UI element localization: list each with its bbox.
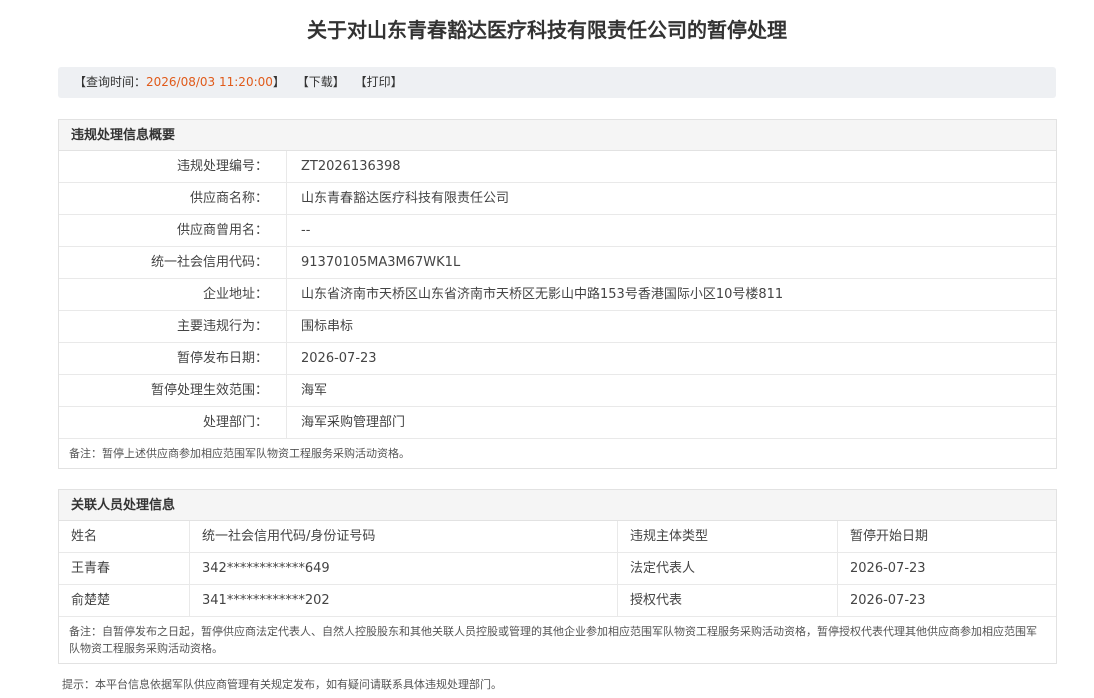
summary-row: 处理部门： 海军采购管理部门 <box>59 407 1056 439</box>
print-link[interactable]: 【打印】 <box>355 75 403 89</box>
summary-key: 企业地址： <box>59 279 287 310</box>
related-heading: 关联人员处理信息 <box>59 490 1056 521</box>
summary-row: 暂停发布日期： 2026-07-23 <box>59 343 1056 375</box>
query-time-prefix: 【查询时间： <box>74 75 147 89</box>
summary-key: 供应商名称： <box>59 183 287 214</box>
column-header: 违规主体类型 <box>618 521 838 552</box>
summary-row: 统一社会信用代码： 91370105MA3M67WK1L <box>59 247 1056 279</box>
summary-row: 暂停处理生效范围： 海军 <box>59 375 1056 407</box>
summary-value: 91370105MA3M67WK1L <box>301 255 461 270</box>
query-time-value: 2026/08/03 11:20:00 <box>146 75 273 89</box>
download-link[interactable]: 【下载】 <box>297 75 345 89</box>
table-cell: 俞楚楚 <box>59 585 190 616</box>
table-row: 俞楚楚 341************202 授权代表 2026-07-23 <box>59 585 1056 617</box>
summary-key: 处理部门： <box>59 407 287 438</box>
summary-key: 主要违规行为： <box>59 311 287 342</box>
summary-key: 违规处理编号： <box>59 151 287 182</box>
table-row: 王青春 342************649 法定代表人 2026-07-23 <box>59 553 1056 585</box>
related-note: 备注：自暂停发布之日起，暂停供应商法定代表人、自然人控股股东和其他关联人员控股或… <box>69 625 1037 655</box>
column-header: 统一社会信用代码/身份证号码 <box>190 521 618 552</box>
table-cell: 授权代表 <box>618 585 838 616</box>
table-cell: 法定代表人 <box>618 553 838 584</box>
summary-value: 海军采购管理部门 <box>301 415 406 430</box>
column-header: 暂停开始日期 <box>850 529 929 544</box>
related-section: 关联人员处理信息 姓名 统一社会信用代码/身份证号码 违规主体类型 暂停开始日期… <box>58 489 1057 664</box>
column-header: 姓名 <box>59 521 190 552</box>
query-bar: 【查询时间：2026/08/03 11:20:00】 【下载】 【打印】 <box>58 67 1056 98</box>
summary-section: 违规处理信息概要 违规处理编号： ZT2026136398 供应商名称： 山东青… <box>58 119 1057 469</box>
table-cell: 341************202 <box>190 585 618 616</box>
summary-note: 备注：暂停上述供应商参加相应范围军队物资工程服务采购活动资格。 <box>69 447 410 460</box>
summary-row: 供应商曾用名： -- <box>59 215 1056 247</box>
summary-key: 供应商曾用名： <box>59 215 287 246</box>
table-cell: 王青春 <box>59 553 190 584</box>
summary-key: 统一社会信用代码： <box>59 247 287 278</box>
query-time-suffix: 】 <box>272 75 285 89</box>
table-cell: 2026-07-23 <box>850 561 926 576</box>
footer-tip: 提示：本平台信息依据军队供应商管理有关规定发布，如有疑问请联系具体违规处理部门。 <box>62 678 502 691</box>
page-title: 关于对山东青春豁达医疗科技有限责任公司的暂停处理 <box>307 18 787 42</box>
table-cell: 342************649 <box>190 553 618 584</box>
table-cell: 2026-07-23 <box>850 593 926 608</box>
page: 关于对山东青春豁达医疗科技有限责任公司的暂停处理 【查询时间：2026/08/0… <box>0 0 1094 698</box>
summary-row: 供应商名称： 山东青春豁达医疗科技有限责任公司 <box>59 183 1056 215</box>
summary-heading: 违规处理信息概要 <box>59 120 1056 151</box>
summary-value: 山东省济南市天桥区山东省济南市天桥区无影山中路153号香港国际小区10号楼811 <box>301 287 784 302</box>
summary-key: 暂停发布日期： <box>59 343 287 374</box>
summary-row: 企业地址： 山东省济南市天桥区山东省济南市天桥区无影山中路153号香港国际小区1… <box>59 279 1056 311</box>
table-header-row: 姓名 统一社会信用代码/身份证号码 违规主体类型 暂停开始日期 <box>59 521 1056 553</box>
summary-value: 海军 <box>301 383 328 398</box>
summary-value: 山东青春豁达医疗科技有限责任公司 <box>301 191 510 206</box>
summary-key: 暂停处理生效范围： <box>59 375 287 406</box>
summary-row: 违规处理编号： ZT2026136398 <box>59 151 1056 183</box>
summary-row: 主要违规行为： 围标串标 <box>59 311 1056 343</box>
summary-value: 围标串标 <box>301 319 354 334</box>
summary-value: 2026-07-23 <box>301 351 377 366</box>
summary-value: ZT2026136398 <box>301 159 401 174</box>
summary-value: -- <box>301 223 311 238</box>
